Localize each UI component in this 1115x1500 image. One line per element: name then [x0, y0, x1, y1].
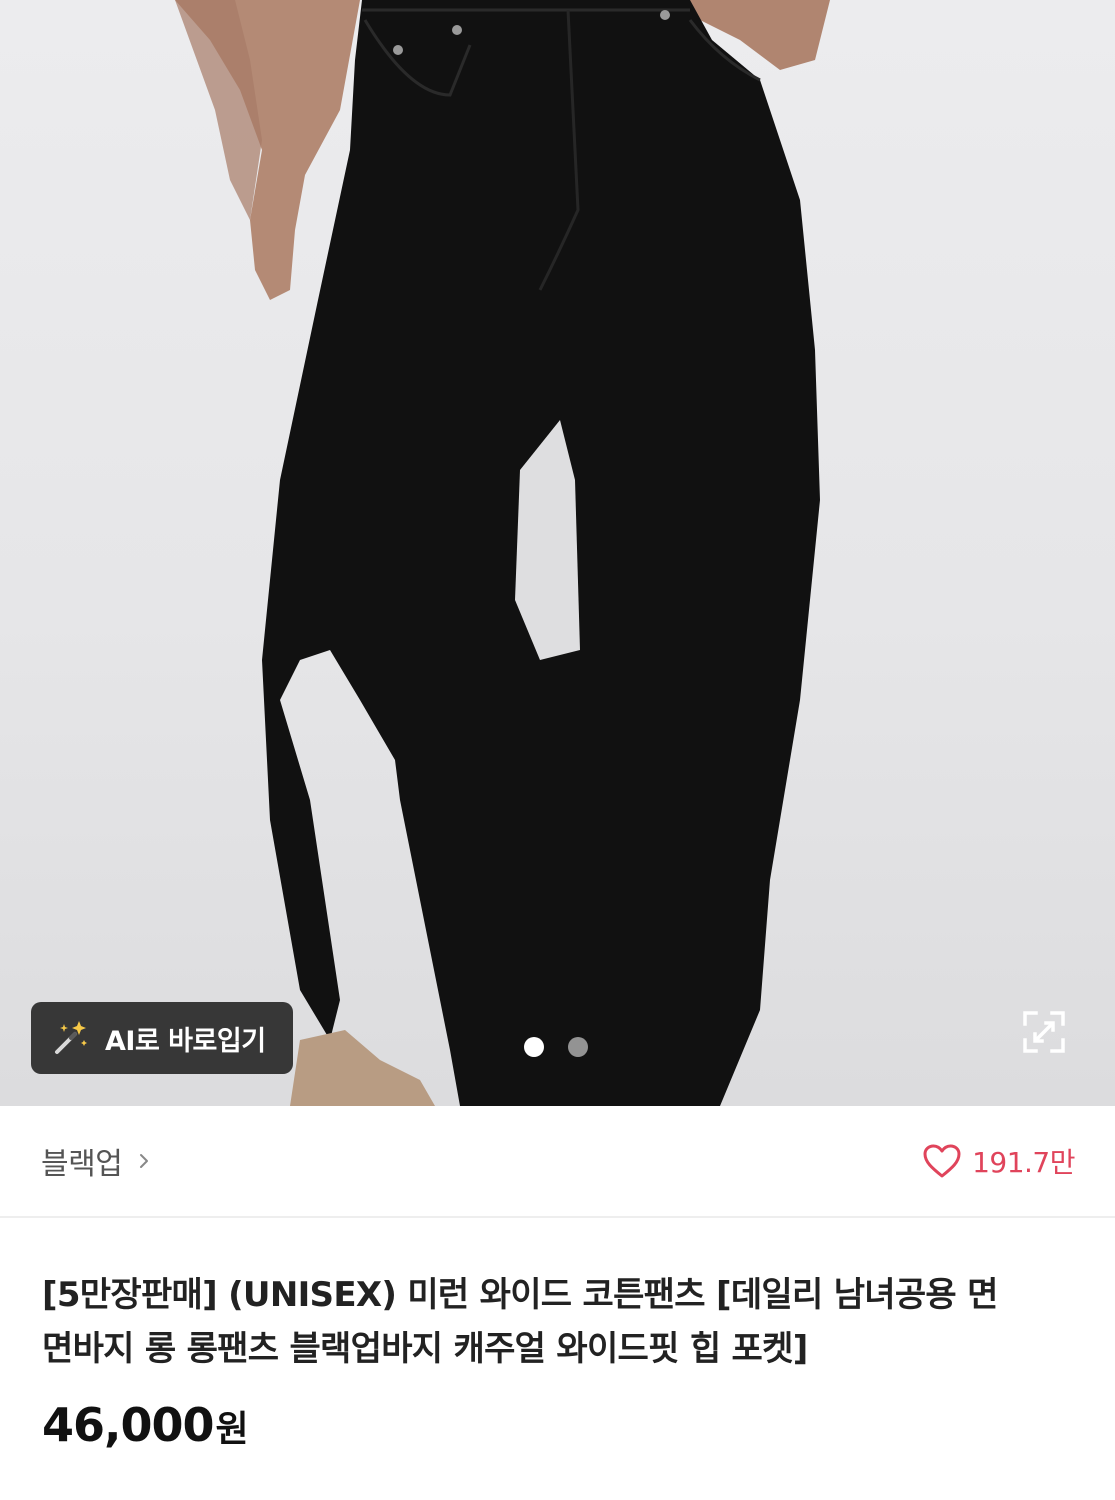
carousel-dot[interactable] — [568, 1037, 588, 1057]
product-title: [5만장판매] (UNISEX) 미런 와이드 코튼팬츠 [데일리 남녀공용 면… — [42, 1275, 998, 1369]
brand-name: 블랙업 — [41, 1147, 123, 1182]
ai-try-on-button[interactable]: AI로 바로입기 — [31, 1002, 293, 1074]
brand-row: 블랙업 191.7만 — [0, 1106, 1115, 1218]
fullscreen-expand-icon[interactable] — [1022, 1010, 1066, 1054]
heart-outline-icon — [923, 1144, 961, 1178]
product-image-carousel[interactable]: AI로 바로입기 — [0, 0, 1115, 1106]
like-count: 191.7만 — [972, 1146, 1075, 1179]
product-price: 46,000 — [42, 1398, 215, 1452]
brand-link[interactable]: 블랙업 — [41, 1139, 154, 1183]
ai-try-on-label: AI로 바로입기 — [105, 1025, 266, 1057]
product-photo — [175, 0, 830, 1106]
price-currency: 원 — [215, 1409, 249, 1450]
price-row: 46,000 원 — [42, 1398, 1115, 1452]
like-button[interactable]: 191.7만 — [922, 1141, 1075, 1181]
chevron-right-icon — [140, 1154, 149, 1168]
carousel-dot-active[interactable] — [524, 1037, 544, 1057]
magic-wand-icon — [55, 1021, 87, 1054]
carousel-indicator — [524, 1037, 588, 1057]
